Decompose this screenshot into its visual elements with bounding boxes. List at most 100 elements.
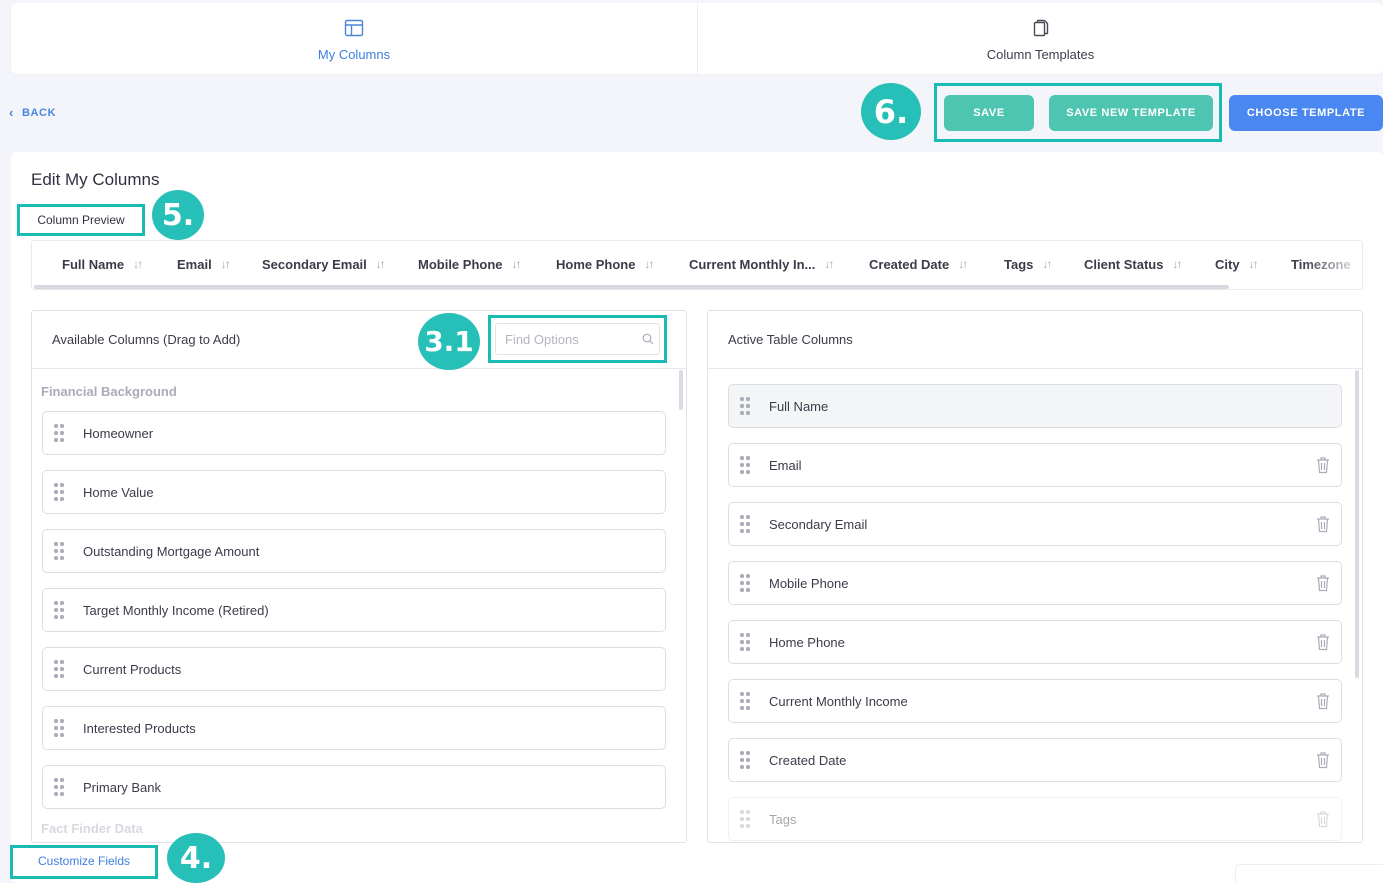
preview-header-cell[interactable]: Home Phone ↓↑ bbox=[556, 257, 654, 272]
tab-column-templates[interactable]: Column Templates bbox=[697, 3, 1383, 74]
drag-handle-icon[interactable] bbox=[739, 455, 751, 475]
trash-icon[interactable] bbox=[1315, 456, 1331, 474]
drag-handle-icon[interactable] bbox=[739, 632, 751, 652]
page-title: Edit My Columns bbox=[31, 170, 160, 189]
active-columns-title: Active Table Columns bbox=[728, 332, 853, 347]
drag-handle-icon[interactable] bbox=[53, 482, 65, 502]
sort-icon: ↓↑ bbox=[958, 257, 968, 271]
preview-header-cell[interactable]: Client Status ↓↑ bbox=[1084, 257, 1182, 272]
active-column-item[interactable]: Home Phone bbox=[728, 620, 1342, 664]
save-button[interactable]: SAVE bbox=[944, 95, 1034, 131]
trash-icon[interactable] bbox=[1315, 751, 1331, 769]
drag-handle-icon[interactable] bbox=[53, 423, 65, 443]
active-column-item[interactable]: Secondary Email bbox=[728, 502, 1342, 546]
group-label-fact-finder: Fact Finder Data bbox=[41, 821, 143, 836]
preview-header-cell[interactable]: Current Monthly In... ↓↑ bbox=[689, 257, 834, 272]
item-label: Mobile Phone bbox=[769, 575, 849, 591]
available-columns-title: Available Columns (Drag to Add) bbox=[52, 332, 241, 347]
preview-scrollbar[interactable] bbox=[34, 285, 1229, 289]
item-label: Primary Bank bbox=[83, 779, 162, 795]
sort-icon: ↓↑ bbox=[220, 257, 231, 271]
active-column-item[interactable]: Mobile Phone bbox=[728, 561, 1342, 605]
drag-handle-icon[interactable] bbox=[739, 396, 751, 416]
header-label: Full Name bbox=[62, 256, 125, 272]
active-columns-list: Full Name Email Secondary Email Mobile P… bbox=[708, 370, 1362, 842]
search-input[interactable] bbox=[495, 323, 660, 355]
tab-label: My Columns bbox=[317, 47, 391, 62]
save-new-template-button[interactable]: SAVE NEW TEMPLATE bbox=[1049, 95, 1213, 131]
tab-label: Column Templates bbox=[986, 47, 1095, 62]
drag-handle-icon[interactable] bbox=[739, 514, 751, 534]
preview-header-cell[interactable]: Full Name ↓↑ bbox=[62, 256, 143, 272]
back-link[interactable]: ‹ BACK bbox=[9, 106, 56, 119]
sort-icon: ↓↑ bbox=[1042, 257, 1052, 271]
annotation-badge-5: 5. bbox=[152, 190, 204, 240]
chevron-left-icon: ‹ bbox=[9, 105, 14, 120]
preview-header-cell[interactable]: Secondary Email ↓↑ bbox=[262, 256, 386, 272]
sort-icon: ↓↑ bbox=[644, 257, 654, 271]
active-columns-box: Active Table Columns Full Name Email Sec… bbox=[707, 310, 1363, 843]
available-column-item[interactable]: Homeowner bbox=[42, 411, 666, 455]
drag-handle-icon[interactable] bbox=[53, 718, 65, 738]
annotation-badge-6: 6. bbox=[861, 83, 921, 140]
available-columns-box: Available Columns (Drag to Add) Financia… bbox=[31, 310, 687, 843]
trash-icon[interactable] bbox=[1315, 692, 1331, 710]
sort-icon: ↓↑ bbox=[1248, 257, 1259, 271]
available-column-item[interactable]: Home Value bbox=[42, 470, 666, 514]
active-column-item[interactable]: Full Name bbox=[728, 384, 1342, 428]
customize-fields-link[interactable]: Customize Fields bbox=[13, 848, 155, 874]
drag-handle-icon[interactable] bbox=[739, 809, 751, 829]
choose-template-button[interactable]: CHOOSE TEMPLATE bbox=[1229, 95, 1383, 131]
item-label: Interested Products bbox=[83, 720, 196, 736]
active-column-item[interactable]: Current Monthly Income bbox=[728, 679, 1342, 723]
preview-header-cell[interactable]: City ↓↑ bbox=[1215, 256, 1259, 272]
preview-header-cell[interactable]: Timezone bbox=[1291, 257, 1351, 272]
available-column-item[interactable]: Primary Bank bbox=[42, 765, 666, 809]
annotation-badge-3-1: 3.1 bbox=[418, 313, 480, 370]
preview-header-cell[interactable]: Tags ↓↑ bbox=[1004, 257, 1052, 272]
item-label: Home Phone bbox=[769, 634, 845, 650]
drag-handle-icon[interactable] bbox=[739, 573, 751, 593]
trash-icon[interactable] bbox=[1315, 810, 1331, 828]
available-column-item[interactable]: Target Monthly Income (Retired) bbox=[42, 588, 666, 632]
drag-handle-icon[interactable] bbox=[53, 659, 65, 679]
trash-icon[interactable] bbox=[1315, 633, 1331, 651]
item-label: Homeowner bbox=[83, 425, 154, 441]
group-label-financial: Financial Background bbox=[41, 384, 177, 399]
drag-handle-icon[interactable] bbox=[739, 750, 751, 770]
preview-header-cell[interactable]: Created Date ↓↑ bbox=[869, 257, 968, 272]
sort-icon: ↓↑ bbox=[511, 257, 522, 271]
header-label: Email bbox=[177, 256, 212, 272]
drag-handle-icon[interactable] bbox=[53, 541, 65, 561]
item-label: Current Monthly Income bbox=[769, 693, 908, 709]
header-label: City bbox=[1215, 256, 1240, 272]
drag-handle-icon[interactable] bbox=[53, 600, 65, 620]
tab-my-columns[interactable]: My Columns bbox=[11, 3, 697, 74]
active-column-item[interactable]: Created Date bbox=[728, 738, 1342, 782]
find-options-search bbox=[491, 318, 664, 360]
sort-icon: ↓↑ bbox=[133, 257, 143, 271]
active-column-item[interactable]: Tags bbox=[728, 797, 1342, 841]
trash-icon[interactable] bbox=[1315, 515, 1331, 533]
preview-header-cell[interactable]: Mobile Phone ↓↑ bbox=[418, 257, 522, 272]
header-label: Secondary Email bbox=[262, 256, 367, 272]
available-column-item[interactable]: Outstanding Mortgage Amount bbox=[42, 529, 666, 573]
column-preview-label: Column Preview bbox=[37, 213, 125, 227]
item-label: Email bbox=[769, 457, 802, 473]
available-scrollbar[interactable] bbox=[679, 370, 683, 410]
item-label: Tags bbox=[769, 811, 797, 827]
preview-header-cell[interactable]: Email ↓↑ bbox=[177, 256, 231, 272]
item-label: Current Products bbox=[83, 661, 182, 677]
trash-icon[interactable] bbox=[1315, 574, 1331, 592]
search-icon[interactable] bbox=[642, 333, 654, 345]
active-scrollbar[interactable] bbox=[1355, 370, 1359, 678]
layout-icon bbox=[344, 19, 364, 37]
annotation-badge-4: 4. bbox=[167, 833, 225, 883]
active-column-item[interactable]: Email bbox=[728, 443, 1342, 487]
available-column-item[interactable]: Current Products bbox=[42, 647, 666, 691]
drag-handle-icon[interactable] bbox=[739, 691, 751, 711]
back-label: BACK bbox=[21, 106, 57, 119]
drag-handle-icon[interactable] bbox=[53, 777, 65, 797]
available-column-item[interactable]: Interested Products bbox=[42, 706, 666, 750]
active-columns-header: Active Table Columns bbox=[708, 311, 1362, 369]
